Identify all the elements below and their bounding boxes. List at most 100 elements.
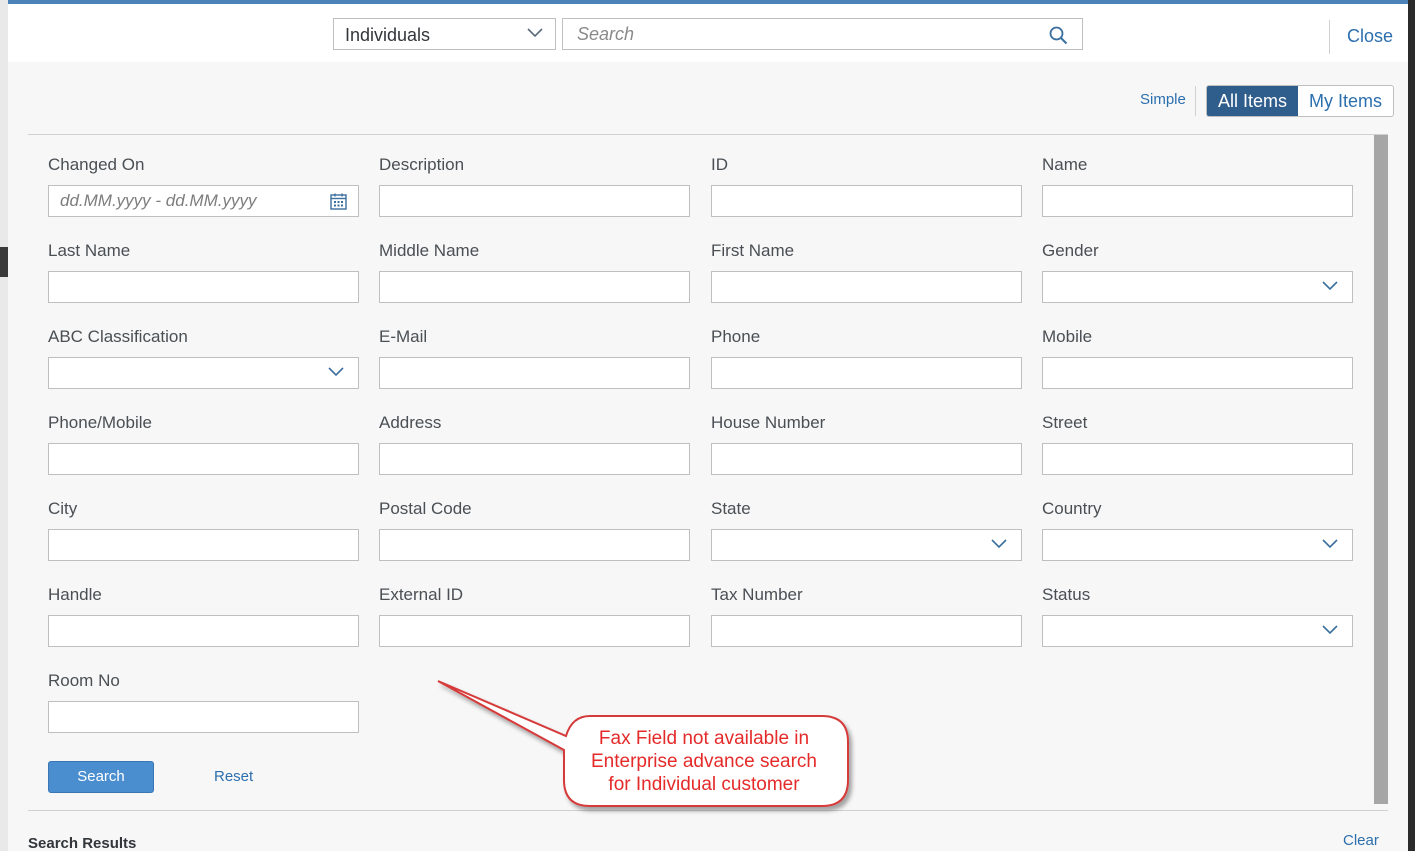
search-dialog: Individuals Close Simple All Items My It… <box>8 0 1408 851</box>
field-id: ID <box>711 154 1022 217</box>
id-input[interactable] <box>711 185 1022 217</box>
field-changed-on: Changed On <box>48 154 359 217</box>
gender-select[interactable] <box>1042 271 1353 303</box>
changed-on-input[interactable] <box>48 185 359 217</box>
city-text[interactable] <box>49 530 358 560</box>
city-input[interactable] <box>48 529 359 561</box>
field-label: Country <box>1042 499 1102 518</box>
form-bottom-divider <box>28 810 1388 811</box>
field-tax-number: Tax Number <box>711 584 1022 647</box>
calendar-icon[interactable] <box>330 193 347 210</box>
tax-number-text[interactable] <box>712 616 1021 646</box>
description-text[interactable] <box>380 186 689 216</box>
chevron-down-icon <box>1322 625 1338 635</box>
postal-code-input[interactable] <box>379 529 690 561</box>
field-label: E-Mail <box>379 327 428 346</box>
address-text[interactable] <box>380 444 689 474</box>
field-middle-name: Middle Name <box>379 240 690 303</box>
room-no-input[interactable] <box>48 701 359 733</box>
search-button[interactable]: Search <box>48 761 154 793</box>
external-id-text[interactable] <box>380 616 689 646</box>
field-label: Changed On <box>48 155 145 174</box>
simple-search-link[interactable]: Simple <box>1140 91 1186 108</box>
changed-on-text[interactable] <box>49 186 358 216</box>
e-mail-text[interactable] <box>380 358 689 388</box>
street-input[interactable] <box>1042 443 1353 475</box>
annotation-text: Fax Field not available in Enterprise ad… <box>562 727 846 796</box>
id-text[interactable] <box>712 186 1021 216</box>
field-country: Country <box>1042 498 1353 561</box>
name-text[interactable] <box>1043 186 1352 216</box>
name-input[interactable] <box>1042 185 1353 217</box>
field-external-id: External ID <box>379 584 690 647</box>
status-select[interactable] <box>1042 615 1353 647</box>
field-label: Room No <box>48 671 120 690</box>
first-name-input[interactable] <box>711 271 1022 303</box>
chevron-down-icon <box>328 367 344 377</box>
close-button[interactable]: Close <box>1347 26 1393 47</box>
field-label: ABC Classification <box>48 327 188 346</box>
chevron-down-icon <box>1322 539 1338 549</box>
field-label: Tax Number <box>711 585 803 604</box>
annotation-line-2: Enterprise advance search <box>590 751 817 772</box>
field-label: Gender <box>1042 241 1099 260</box>
all-items-button[interactable]: All Items <box>1207 86 1299 116</box>
phone-mobile-input[interactable] <box>48 443 359 475</box>
phone-mobile-text[interactable] <box>49 444 358 474</box>
scope-select[interactable]: Individuals <box>333 18 556 50</box>
chevron-down-icon <box>991 539 1007 549</box>
field-label: ID <box>711 155 728 174</box>
field-street: Street <box>1042 412 1353 475</box>
last-name-text[interactable] <box>49 272 358 302</box>
field-name: Name <box>1042 154 1353 217</box>
abc-classification-select[interactable] <box>48 357 359 389</box>
field-label: Status <box>1042 585 1091 604</box>
phone-input[interactable] <box>711 357 1022 389</box>
street-text[interactable] <box>1043 444 1352 474</box>
reset-link[interactable]: Reset <box>214 768 253 785</box>
search-input[interactable] <box>563 19 1033 49</box>
country-select[interactable] <box>1042 529 1353 561</box>
clear-link[interactable]: Clear <box>1343 832 1379 849</box>
external-id-input[interactable] <box>379 615 690 647</box>
vertical-scrollbar[interactable] <box>1374 135 1388 804</box>
handle-input[interactable] <box>48 615 359 647</box>
search-icon[interactable] <box>1049 26 1068 45</box>
mobile-text[interactable] <box>1043 358 1352 388</box>
field-label: Description <box>379 155 465 174</box>
field-first-name: First Name <box>711 240 1022 303</box>
field-gender: Gender <box>1042 240 1353 303</box>
field-room-no: Room No <box>48 670 359 733</box>
postal-code-text[interactable] <box>380 530 689 560</box>
middle-name-input[interactable] <box>379 271 690 303</box>
first-name-text[interactable] <box>712 272 1021 302</box>
state-select[interactable] <box>711 529 1022 561</box>
mobile-input[interactable] <box>1042 357 1353 389</box>
field-label: Phone <box>711 327 761 346</box>
handle-text[interactable] <box>49 616 358 646</box>
annotation-line-3: for Individual customer <box>608 774 800 795</box>
field-handle: Handle <box>48 584 359 647</box>
field-city: City <box>48 498 359 561</box>
phone-text[interactable] <box>712 358 1021 388</box>
toggle-divider <box>1195 86 1196 116</box>
last-name-input[interactable] <box>48 271 359 303</box>
description-input[interactable] <box>379 185 690 217</box>
field-mobile: Mobile <box>1042 326 1353 389</box>
field-status: Status <box>1042 584 1353 647</box>
address-input[interactable] <box>379 443 690 475</box>
my-items-button[interactable]: My Items <box>1298 86 1393 116</box>
search-results-title: Search Results <box>28 835 137 851</box>
house-number-text[interactable] <box>712 444 1021 474</box>
tax-number-input[interactable] <box>711 615 1022 647</box>
field-house-number: House Number <box>711 412 1022 475</box>
room-no-text[interactable] <box>49 702 358 732</box>
field-label: Last Name <box>48 241 131 260</box>
middle-name-text[interactable] <box>380 272 689 302</box>
field-label: Postal Code <box>379 499 472 518</box>
chevron-down-icon <box>527 28 543 38</box>
field-label: Middle Name <box>379 241 480 260</box>
e-mail-input[interactable] <box>379 357 690 389</box>
field-label: External ID <box>379 585 464 604</box>
house-number-input[interactable] <box>711 443 1022 475</box>
